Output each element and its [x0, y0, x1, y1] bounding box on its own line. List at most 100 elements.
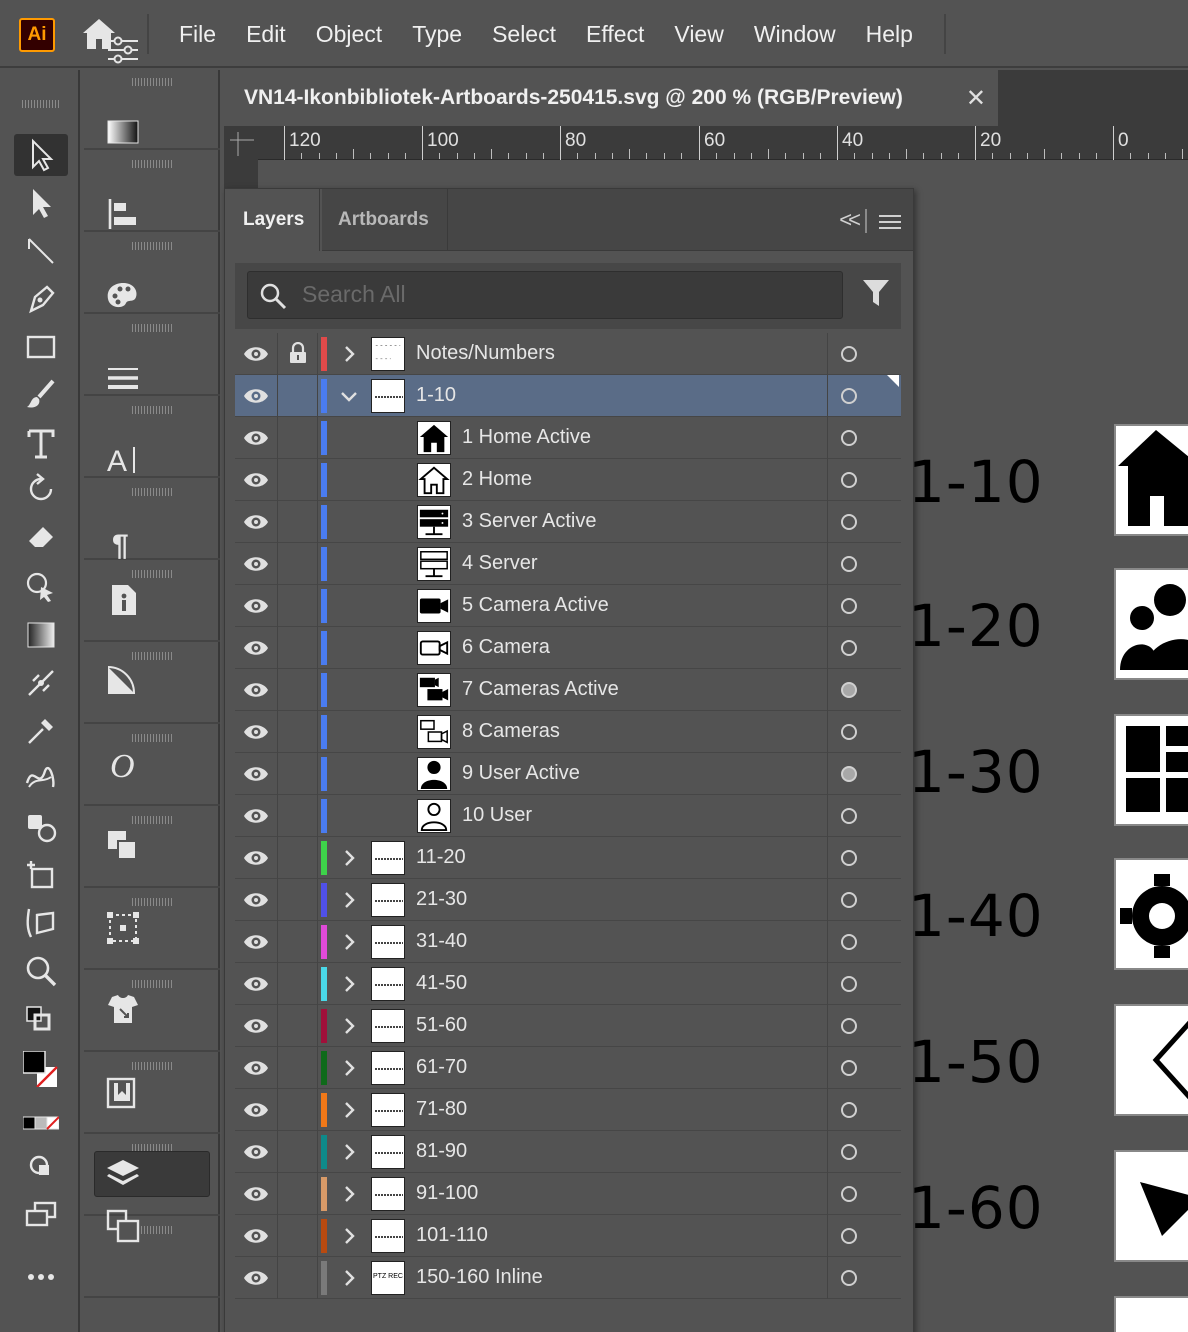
layer-row[interactable]: 71-80: [235, 1089, 901, 1131]
tab-artboards[interactable]: Artboards: [319, 189, 448, 251]
menu-effect[interactable]: Effect: [571, 21, 659, 48]
gradient-panel-icon[interactable]: [104, 113, 144, 153]
visibility-eye-icon[interactable]: [243, 1141, 269, 1163]
layer-row[interactable]: 81-90: [235, 1131, 901, 1173]
lock-toggle[interactable]: [279, 543, 317, 585]
sublayer-row[interactable]: 8 Cameras: [235, 711, 901, 753]
visibility-eye-icon[interactable]: [243, 721, 269, 743]
target-circle-icon[interactable]: [841, 1186, 857, 1202]
visibility-eye-icon[interactable]: [243, 973, 269, 995]
chevron-right-icon[interactable]: [337, 1056, 361, 1080]
layer-row[interactable]: 31-40: [235, 921, 901, 963]
sublayer-row[interactable]: 4 Server: [235, 543, 901, 585]
sublayer-row[interactable]: 3 Server Active: [235, 501, 901, 543]
chevron-right-icon[interactable]: [337, 1014, 361, 1038]
sublayer-row[interactable]: 1 Home Active: [235, 417, 901, 459]
chevron-right-icon[interactable]: [337, 888, 361, 912]
layer-row[interactable]: 11-20: [235, 837, 901, 879]
visibility-eye-icon[interactable]: [243, 343, 269, 365]
character-panel-icon[interactable]: A: [104, 441, 144, 481]
visibility-eye-icon[interactable]: [243, 553, 269, 575]
target-circle-icon[interactable]: [841, 1228, 857, 1244]
menu-view[interactable]: View: [659, 21, 738, 48]
artboard-chevron-left-icon[interactable]: [1114, 1004, 1188, 1116]
direct-selection-tool-icon[interactable]: [14, 182, 68, 224]
transparency-panel-icon[interactable]: [104, 661, 144, 701]
layer-name[interactable]: 1 Home Active: [462, 426, 591, 449]
artboard-partial[interactable]: [1114, 1296, 1188, 1332]
screen-mode-icon[interactable]: [14, 1194, 68, 1236]
target-circle-icon[interactable]: [841, 598, 857, 614]
layer-row[interactable]: 61-70: [235, 1047, 901, 1089]
layer-name[interactable]: 3 Server Active: [462, 510, 597, 533]
visibility-eye-icon[interactable]: [243, 1183, 269, 1205]
layer-name[interactable]: 4 Server: [462, 552, 538, 575]
lock-toggle[interactable]: [279, 837, 317, 879]
asset-export-icon[interactable]: [104, 991, 144, 1031]
paragraph-panel-icon[interactable]: ¶: [104, 525, 144, 565]
lock-toggle[interactable]: [279, 585, 317, 627]
layer-name[interactable]: 2 Home: [462, 468, 532, 491]
eyedropper-tool-icon[interactable]: [14, 710, 68, 752]
panel-grip[interactable]: [132, 570, 172, 578]
filter-icon[interactable]: [861, 277, 891, 309]
visibility-eye-icon[interactable]: [243, 469, 269, 491]
menu-help[interactable]: Help: [851, 21, 928, 48]
layer-row[interactable]: PTZ REC 150-160 Inline: [235, 1257, 901, 1299]
horizontal-ruler[interactable]: 120 100 80 60 40 20 0: [224, 126, 1188, 186]
target-circle-icon[interactable]: [841, 766, 857, 782]
libraries-icon[interactable]: [104, 1073, 144, 1113]
chevron-right-icon[interactable]: [337, 342, 361, 366]
chevron-right-icon[interactable]: [337, 1182, 361, 1206]
layers-panel-icon[interactable]: [94, 1151, 210, 1197]
visibility-eye-icon[interactable]: [243, 1267, 269, 1289]
layer-row[interactable]: 21-30: [235, 879, 901, 921]
menu-edit[interactable]: Edit: [231, 21, 301, 48]
lock-toggle[interactable]: [279, 963, 317, 1005]
visibility-eye-icon[interactable]: [243, 679, 269, 701]
layer-name[interactable]: 31-40: [416, 930, 467, 953]
eraser-tool-icon[interactable]: [14, 516, 68, 558]
rotate-tool-icon[interactable]: [14, 468, 68, 510]
zoom-tool-icon[interactable]: [14, 950, 68, 992]
stroke-panel-icon[interactable]: [104, 359, 144, 399]
chevron-right-icon[interactable]: [337, 1224, 361, 1248]
tools-grip[interactable]: [22, 100, 60, 108]
menu-select[interactable]: Select: [477, 21, 571, 48]
visibility-eye-icon[interactable]: [243, 805, 269, 827]
layer-name[interactable]: 51-60: [416, 1014, 467, 1037]
target-circle-icon[interactable]: [841, 1102, 857, 1118]
target-circle-icon[interactable]: [841, 1144, 857, 1160]
layer-name[interactable]: 6 Camera: [462, 636, 550, 659]
visibility-eye-icon[interactable]: [243, 763, 269, 785]
rectangle-tool-icon[interactable]: [14, 326, 68, 368]
lock-toggle[interactable]: [279, 753, 317, 795]
panel-grip[interactable]: [132, 160, 172, 168]
chevron-right-icon[interactable]: [337, 972, 361, 996]
lock-toggle[interactable]: [279, 795, 317, 837]
chevron-down-icon[interactable]: [337, 384, 361, 408]
visibility-eye-icon[interactable]: [243, 1015, 269, 1037]
layer-name[interactable]: 5 Camera Active: [462, 594, 609, 617]
layer-row[interactable]: 41-50: [235, 963, 901, 1005]
artboard-home-icon[interactable]: [1114, 424, 1188, 536]
layer-name[interactable]: 41-50: [416, 972, 467, 995]
default-fill-stroke-icon[interactable]: [14, 1000, 68, 1042]
glyphs-panel-icon[interactable]: O: [104, 745, 144, 785]
lock-toggle[interactable]: [279, 1215, 317, 1257]
artboard-grid-icon[interactable]: [1114, 714, 1188, 826]
panel-grip[interactable]: [132, 406, 172, 414]
target-circle-icon[interactable]: [841, 976, 857, 992]
app-logo[interactable]: Ai: [19, 18, 55, 52]
visibility-eye-icon[interactable]: [243, 595, 269, 617]
visibility-eye-icon[interactable]: [243, 847, 269, 869]
panel-grip[interactable]: [132, 652, 172, 660]
target-circle-icon[interactable]: [841, 472, 857, 488]
artboard-play-icon[interactable]: [1114, 1150, 1188, 1262]
color-panel-icon[interactable]: [104, 277, 144, 317]
fill-stroke-icon[interactable]: [14, 1048, 68, 1090]
visibility-eye-icon[interactable]: [243, 637, 269, 659]
search-input[interactable]: Search All: [247, 271, 843, 319]
panel-grip[interactable]: [132, 78, 172, 86]
panel-grip[interactable]: [132, 898, 172, 906]
